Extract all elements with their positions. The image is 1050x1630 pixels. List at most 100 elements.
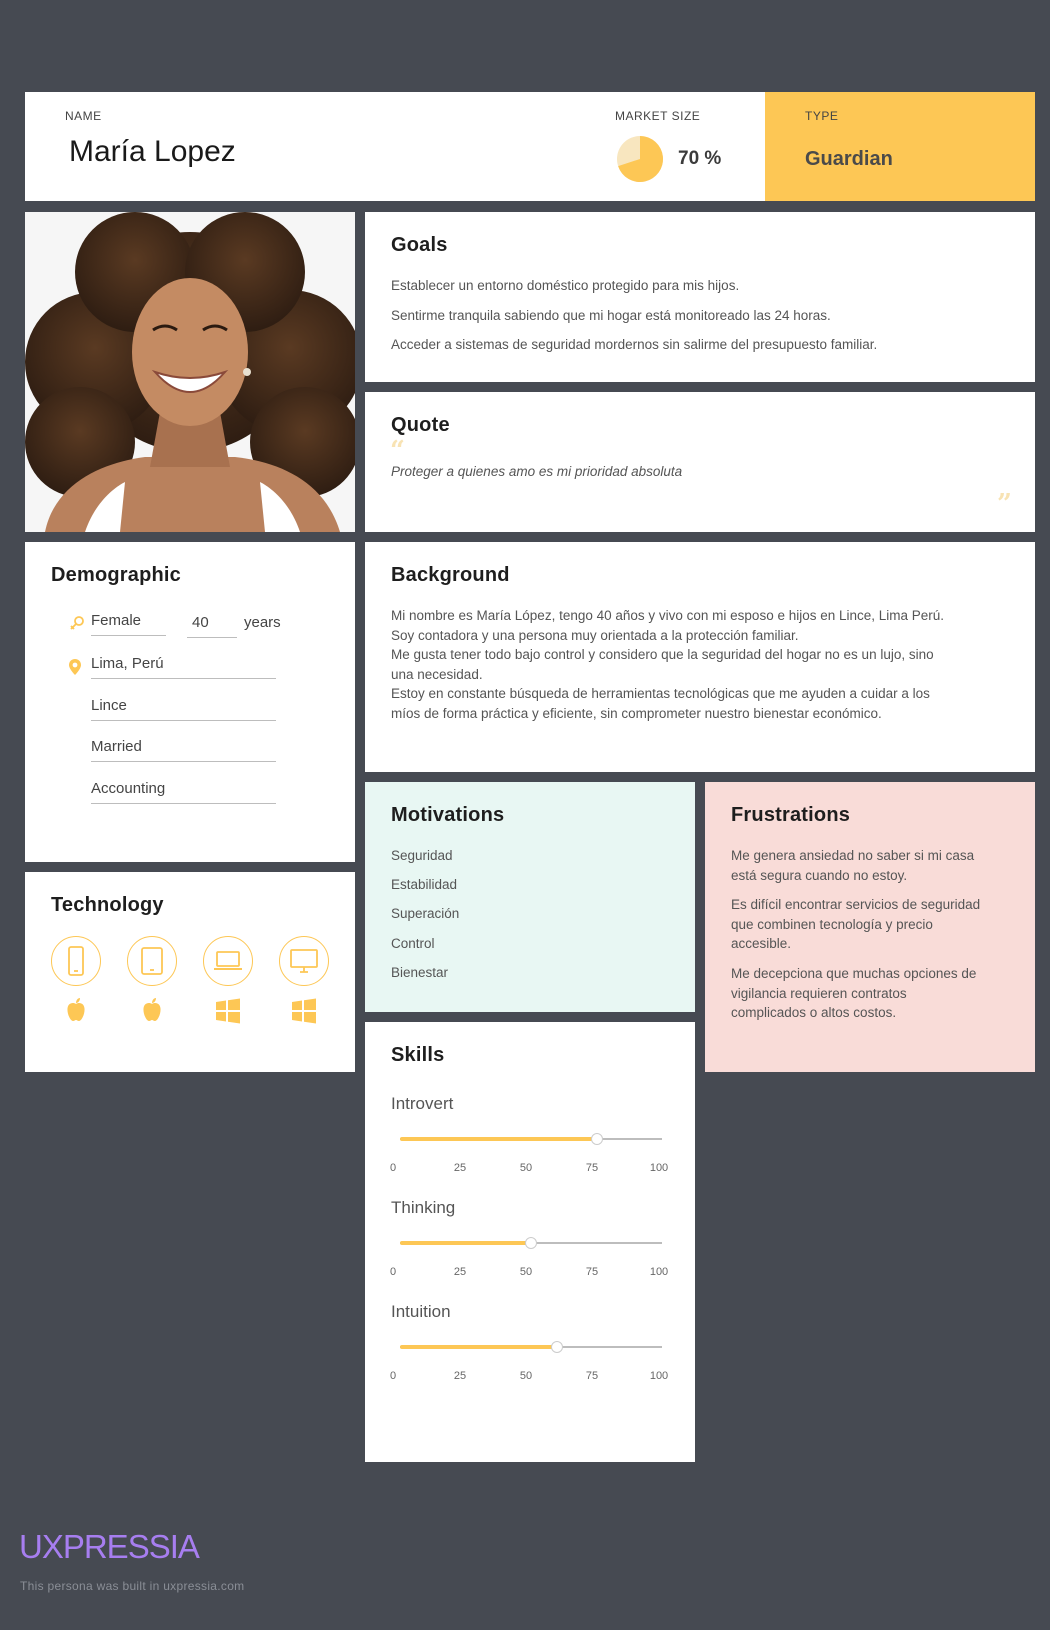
background-line: Mi nombre es María López, tengo 40 años …	[391, 608, 945, 623]
tick-label: 0	[389, 1370, 397, 1382]
goal-item: Sentirme tranquila sabiendo que mi hogar…	[391, 308, 831, 323]
type-label: TYPE	[805, 109, 839, 123]
apple-icon	[143, 998, 161, 1021]
motivation-item: Control	[391, 936, 435, 951]
goal-item: Acceder a sistemas de seguridad morderno…	[391, 337, 878, 352]
background-line: Estoy en constante búsqueda de herramien…	[391, 686, 930, 701]
background-text: Mi nombre es María López, tengo 40 años …	[391, 606, 1011, 723]
slider-ticks: 0 25 50 75 100	[389, 1162, 679, 1176]
tick-label: 100	[649, 1162, 669, 1174]
tick-label: 50	[519, 1266, 533, 1278]
laptop-icon	[203, 936, 253, 986]
occupation-field[interactable]: Accounting	[91, 777, 276, 804]
skill-label: Intuition	[391, 1302, 451, 1321]
frustration-item: Es difícil encontrar servicios de seguri…	[731, 895, 980, 954]
market-size-label: MARKET SIZE	[615, 109, 701, 123]
age-field[interactable]: 40	[187, 611, 237, 638]
desktop-icon	[279, 936, 329, 986]
frustration-line: Me genera ansiedad no saber si mi casa	[731, 848, 975, 863]
slider-thumb[interactable]	[525, 1237, 537, 1249]
tick-label: 50	[519, 1162, 533, 1174]
background-line: una necesidad.	[391, 666, 483, 682]
frustrations-title: Frustrations	[731, 804, 851, 826]
open-quote-icon: “	[390, 436, 405, 466]
tick-label: 25	[453, 1266, 467, 1278]
tablet-icon	[127, 936, 177, 986]
tick-label: 100	[649, 1266, 669, 1278]
windows-icon	[216, 998, 240, 1024]
apple-icon	[67, 998, 85, 1021]
tick-label: 50	[519, 1370, 533, 1382]
frustration-line: Me decepciona que muchas opciones de	[731, 966, 977, 981]
background-title: Background	[391, 564, 510, 586]
background-line: Me gusta tener todo bajo control y consi…	[391, 647, 934, 662]
type-value[interactable]: Guardian	[805, 148, 893, 171]
tick-label: 100	[649, 1370, 669, 1382]
motivation-item: Bienestar	[391, 965, 449, 980]
market-size-value: 70 %	[678, 148, 722, 169]
tick-label: 25	[453, 1162, 467, 1174]
slider-thumb[interactable]	[590, 1133, 603, 1145]
gender-field[interactable]: Female	[91, 609, 166, 636]
frustration-line: vigilancia requieren contratos	[731, 985, 907, 1001]
slider-thumb[interactable]	[551, 1341, 564, 1353]
skill-label: Thinking	[391, 1198, 456, 1217]
persona-photo[interactable]	[25, 212, 355, 532]
demographic-section: Demographic Female 40 years Lima, Perú L…	[25, 542, 355, 862]
goals-title: Goals	[391, 234, 448, 256]
location-field[interactable]: Lima, Perú	[91, 652, 276, 679]
frustration-item: Me genera ansiedad no saber si mi casa e…	[731, 846, 974, 885]
skills-title: Skills	[391, 1044, 445, 1066]
goal-item: Establecer un entorno doméstico protegid…	[391, 278, 740, 293]
marital-status-field[interactable]: Married	[91, 735, 276, 762]
tick-label: 75	[585, 1370, 599, 1382]
motivation-item: Seguridad	[391, 848, 453, 863]
quote-text: Proteger a quienes amo es mi prioridad a…	[391, 464, 683, 479]
skill-slider[interactable]	[400, 1132, 662, 1146]
technology-title: Technology	[51, 894, 164, 916]
district-field[interactable]: Lince	[91, 694, 276, 721]
background-line: Soy contadora y una persona muy orientad…	[391, 627, 799, 643]
frustration-line: que combinen tecnología y precio	[731, 916, 933, 932]
close-quote-icon: ”	[997, 489, 1012, 519]
footer-note[interactable]: This persona was built in uxpressia.com	[20, 1579, 244, 1593]
slider-ticks: 0 25 50 75 100	[389, 1370, 679, 1384]
tick-label: 75	[585, 1162, 599, 1174]
location-pin-icon	[69, 659, 81, 675]
motivation-item: Estabilidad	[391, 877, 458, 892]
frustration-line: Es difícil encontrar servicios de seguri…	[731, 897, 981, 912]
smartphone-icon	[51, 936, 101, 986]
technology-section: Technology	[25, 872, 355, 1072]
slider-fill	[400, 1241, 531, 1245]
persona-name[interactable]: María Lopez	[69, 135, 236, 169]
market-size-pie-icon	[617, 136, 664, 182]
background-line: míos de forma práctica y eficiente, sin …	[391, 705, 882, 721]
avatar	[25, 212, 355, 532]
skill-slider[interactable]	[400, 1236, 662, 1250]
persona-header: NAME María Lopez MARKET SIZE 70 %	[25, 92, 765, 201]
skill-slider[interactable]	[400, 1340, 662, 1354]
slider-fill	[400, 1345, 558, 1349]
motivations-title: Motivations	[391, 804, 505, 826]
frustration-line: está segura cuando no estoy.	[731, 867, 908, 883]
quote-section: Quote “ Proteger a quienes amo es mi pri…	[365, 392, 1035, 532]
motivation-item: Superación	[391, 906, 460, 921]
background-section: Background Mi nombre es María López, ten…	[365, 542, 1035, 772]
slider-fill	[400, 1137, 597, 1141]
tick-label: 0	[389, 1162, 397, 1174]
tick-label: 25	[453, 1370, 467, 1382]
slider-ticks: 0 25 50 75 100	[389, 1266, 679, 1280]
goals-section: Goals Establecer un entorno doméstico pr…	[365, 212, 1035, 382]
gender-female-icon	[70, 616, 84, 630]
brand-logo[interactable]: UXPRESSIA	[19, 1528, 200, 1566]
windows-icon	[292, 998, 316, 1024]
motivations-section: Motivations Seguridad Estabilidad Supera…	[365, 782, 695, 1012]
age-unit: years	[244, 614, 281, 631]
skill-label: Introvert	[391, 1094, 454, 1113]
quote-title: Quote	[391, 414, 450, 436]
frustrations-section: Frustrations Me genera ansiedad no saber…	[705, 782, 1035, 1072]
frustration-line: complicados o altos costos.	[731, 1005, 897, 1020]
name-label: NAME	[65, 109, 102, 123]
tick-label: 75	[585, 1266, 599, 1278]
frustration-item: Me decepciona que muchas opciones de vig…	[731, 964, 976, 1023]
